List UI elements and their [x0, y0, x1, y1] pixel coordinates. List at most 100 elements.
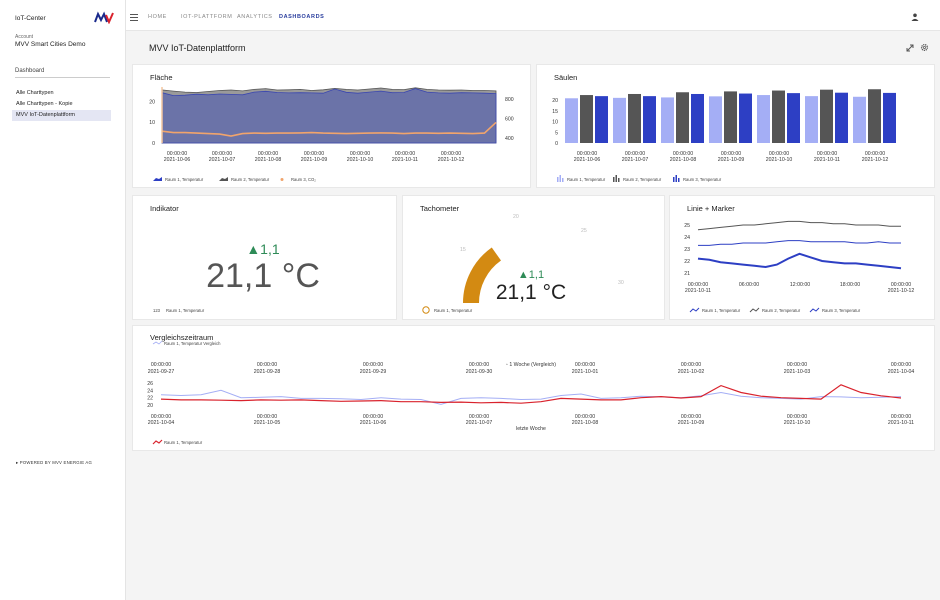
vergleich-bottom-tick-date: 2021-10-10	[784, 420, 811, 426]
saeulen-bar	[709, 96, 722, 143]
legend-bar-icon	[673, 177, 675, 182]
vergleich-bottom-tick-date: 2021-10-11	[888, 420, 914, 426]
linie-y-tick: 24	[684, 235, 690, 241]
sidebar-item-alle-charttypen[interactable]: Alle Charttypen	[12, 88, 111, 99]
linie-card: Linie + Marker 25 24 23 22 21 00:00:00 2021-10…	[669, 195, 935, 320]
legend-area-icon	[219, 177, 228, 181]
vergleich-card: Vergleichszeitraum Raum 1, Temperatur Ve…	[132, 325, 935, 451]
linie-y-tick: 25	[684, 223, 690, 229]
mvv-logo-icon	[94, 11, 114, 24]
linie-chart[interactable]: 252423222100:00:002021-10-1106:00:00 12:0…	[670, 196, 936, 321]
linie-x-tick-time: 12:00:00	[790, 282, 810, 288]
saeulen-bar	[595, 96, 608, 143]
vergleich-y-tick: 22	[147, 396, 153, 402]
tacho-legend: Raum 1, Temperatur	[434, 308, 473, 313]
vergleich-top-tick-time: 00:00:00	[151, 362, 171, 368]
saeulen-bar	[676, 92, 689, 143]
expand-icon[interactable]	[906, 44, 914, 52]
gauge-tick-label: 30	[618, 280, 624, 286]
nav-iot-plattform[interactable]: IOT-PLATTFORM	[181, 14, 232, 20]
sidebar: IoT-Center Account MVV Smart Cities Demo…	[0, 0, 126, 600]
user-icon[interactable]	[911, 13, 919, 21]
vergleich-top-axis-title: ◦ 1 Woche (Vergleich)	[506, 362, 556, 368]
vergleich-chart[interactable]: Raum 1, Temperatur Vergleich00:00:002021…	[133, 326, 936, 452]
saeulen-bar	[853, 96, 866, 143]
flaeche-x-tick-date: 2021-10-07	[209, 157, 236, 163]
linie-legend-item: Raum 1, Temperatur	[702, 308, 741, 313]
nav-analytics[interactable]: ANALYTICS	[237, 14, 273, 20]
indikator-card: Indikator ▲1,1 21,1 °C 123 Raum 1, Tempe…	[132, 195, 397, 320]
saeulen-x-tick-date: 2021-10-10	[766, 157, 793, 163]
flaeche-x-tick-date: 2021-10-09	[301, 157, 328, 163]
flaeche-left-tick: 0	[152, 141, 155, 147]
legend-line-icon	[152, 439, 163, 445]
saeulen-x-tick-date: 2021-10-11	[814, 157, 840, 163]
vergleich-bottom-tick-date: 2021-10-06	[360, 420, 387, 426]
linie-series-line	[697, 252, 902, 270]
saeulen-x-tick-date: 2021-10-07	[622, 157, 649, 163]
linie-x-tick-date: 2021-10-11	[685, 288, 711, 294]
legend-bar-icon	[618, 178, 620, 182]
legend-line-icon	[809, 307, 820, 313]
saeulen-y-tick: 15	[552, 109, 558, 115]
saeulen-legend-item: Raum 3, Temperatur	[683, 177, 722, 182]
saeulen-y-tick: 0	[555, 141, 558, 147]
gear-icon[interactable]	[920, 43, 929, 52]
vergleich-top-tick-time: 00:00:00	[363, 362, 383, 368]
app-brand: IoT-Center	[15, 15, 46, 22]
top-navigation: HOME IOT-PLATTFORM ANALYTICS DASHBOARDS	[126, 0, 940, 31]
saeulen-bar	[787, 93, 800, 143]
vergleich-top-tick-time: 00:00:00	[575, 362, 595, 368]
saeulen-bar	[661, 97, 674, 143]
vergleich-legend-main: Raum 1, Temperatur	[164, 440, 203, 445]
tacho-delta: ▲1,1	[518, 269, 544, 281]
saeulen-legend-item: Raum 1, Temperatur	[567, 177, 606, 182]
flaeche-series-raum1-area	[161, 88, 497, 144]
vergleich-top-tick-date: 2021-10-03	[784, 369, 811, 375]
legend-bar-icon	[557, 177, 559, 182]
nav-home[interactable]: HOME	[148, 14, 167, 20]
legend-area-icon	[153, 177, 162, 181]
hamburger-menu-icon[interactable]	[130, 14, 138, 21]
vergleich-bottom-tick-date: 2021-10-07	[466, 420, 493, 426]
saeulen-x-tick-date: 2021-10-06	[574, 157, 601, 163]
vergleich-legend-compare: Raum 1, Temperatur Vergleich	[164, 341, 221, 346]
vergleich-top-tick-date: 2021-10-02	[678, 369, 705, 375]
saeulen-x-tick-date: 2021-10-08	[670, 157, 697, 163]
flaeche-left-tick: 10	[149, 120, 155, 126]
saeulen-legend-item: Raum 2, Temperatur	[623, 177, 662, 182]
saeulen-bar	[820, 89, 833, 143]
nav-dashboards[interactable]: DASHBOARDS	[279, 14, 324, 20]
powered-by-text: POWERED BY MVV ENERGIE AG	[19, 460, 93, 465]
legend-line-icon	[689, 307, 700, 313]
flaeche-x-tick-date: 2021-10-10	[347, 157, 374, 163]
flaeche-chart[interactable]: 2010080060040000:00:002021-10-0600:00:00…	[133, 65, 532, 189]
tachometer-gauge: 15 20 25 30 ▲1,121,1 °C Raum 1, Temperatur	[422, 214, 624, 314]
tacho-value: 21,1 °C	[496, 281, 566, 304]
account-name[interactable]: MVV Smart Cities Demo	[15, 41, 85, 48]
linie-y-tick: 21	[684, 271, 690, 277]
dashboard-section-label: Dashboard	[15, 68, 110, 78]
vergleich-top-tick-date: 2021-10-01	[572, 369, 599, 375]
tachometer-card: Tachometer 15 20 25 30 ▲1,1 21,1 °C Raum 1, Te…	[402, 195, 665, 320]
legend-bar-icon	[613, 177, 615, 182]
flaeche-x-tick-date: 2021-10-08	[255, 157, 282, 163]
saeulen-bar	[724, 91, 737, 143]
linie-legend-item: Raum 2, Temperatur	[762, 308, 801, 313]
vergleich-bottom-tick-date: 2021-10-08	[572, 420, 599, 426]
linie-y-tick: 22	[684, 259, 690, 265]
indikator-value: 21,1 °C	[206, 257, 320, 295]
sidebar-item-mvv-iot[interactable]: MVV IoT-Datenplattform	[12, 110, 111, 121]
gauge-legend-icon	[422, 306, 430, 314]
flaeche-x-tick-date: 2021-10-06	[164, 157, 191, 163]
saeulen-x-tick-date: 2021-10-09	[718, 157, 745, 163]
sidebar-item-alle-charttypen-kopie[interactable]: Alle Charttypen - Kopie	[12, 99, 111, 110]
vergleich-bottom-tick-date: 2021-10-05	[254, 420, 281, 426]
saeulen-chart[interactable]: 2015105000:00:002021-10-0600:00:002021-1…	[537, 65, 936, 189]
account-label: Account	[15, 34, 34, 40]
linie-series-line	[698, 240, 901, 246]
flaeche-legend-item: Raum 2, Temperatur	[231, 177, 270, 182]
vergleich-top-tick-date: 2021-10-04	[888, 369, 915, 375]
linie-x-tick-time: 18:00:00	[840, 282, 860, 288]
flaeche-x-tick-date: 2021-10-11	[392, 157, 418, 163]
